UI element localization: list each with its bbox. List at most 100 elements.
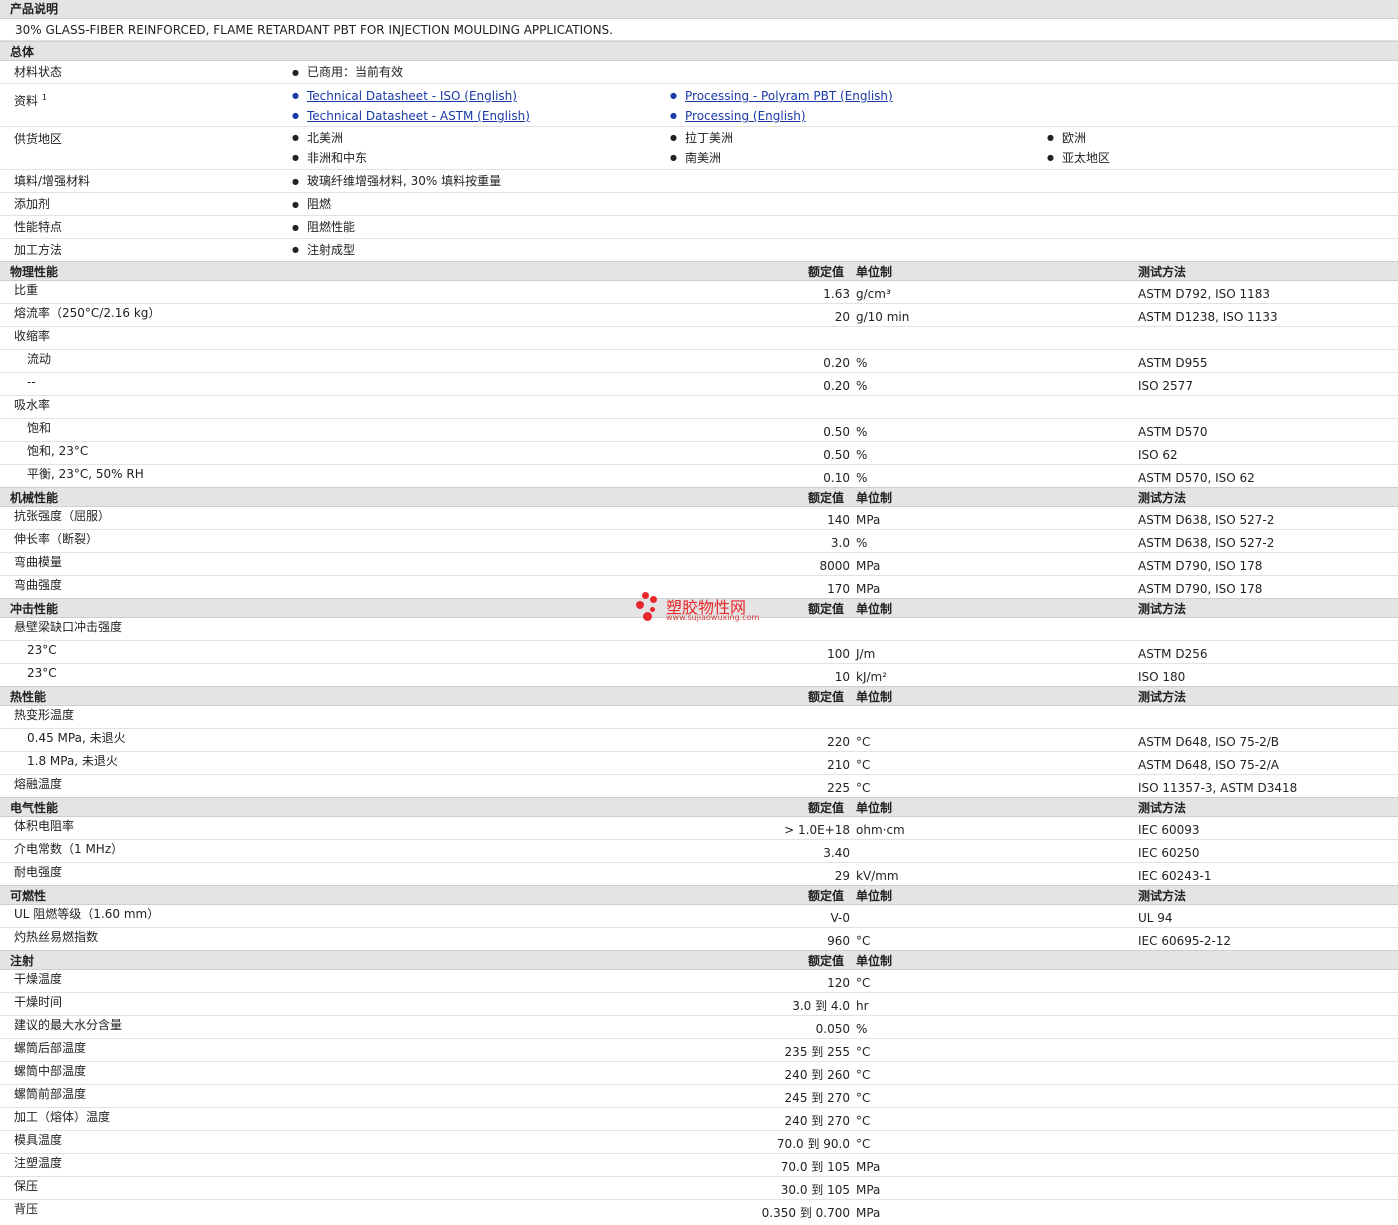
doc-link-processing-polyram[interactable]: Processing - Polyram PBT (English) <box>670 86 893 106</box>
property-test-method: ASTM D570 <box>1138 425 1208 439</box>
row-filler: 填料/增强材料 玻璃纤维增强材料, 30% 填料按重量 <box>0 170 1398 193</box>
footnote-marker: 1 <box>41 93 47 102</box>
section-header-injection: 注射 额定值 单位制 <box>0 950 1398 970</box>
region-item: 拉丁美洲 <box>670 128 733 148</box>
property-row: 注塑温度 70.0 到 105 MPa <box>0 1154 1398 1177</box>
property-label: 螺筒中部温度 <box>14 1064 87 1078</box>
row-label: 加工方法 <box>14 243 63 257</box>
property-unit: % <box>856 1022 868 1036</box>
header-test-method: 测试方法 <box>1138 265 1187 279</box>
header-unit: 单位制 <box>856 889 893 903</box>
property-row: 流动 0.20% ASTM D955 <box>0 350 1398 373</box>
property-test-method: ASTM D792, ISO 1183 <box>1138 287 1271 301</box>
property-unit: °C <box>856 1091 871 1105</box>
property-row: 耐电强度 29 kV/mm IEC 60243-1 <box>0 863 1398 885</box>
property-unit: % <box>856 536 868 550</box>
property-label: 注塑温度 <box>14 1156 63 1170</box>
property-unit: °C <box>856 1068 871 1082</box>
property-unit: J/m <box>856 647 876 661</box>
property-row: 干燥温度 120 °C <box>0 970 1398 993</box>
property-value: 0.050 <box>815 1022 850 1036</box>
property-label: UL 阻燃等级（1.60 mm） <box>14 907 160 921</box>
header-test-method: 测试方法 <box>1138 889 1187 903</box>
property-label: 饱和 <box>27 421 52 435</box>
property-unit: °C <box>856 781 871 795</box>
property-value: 120 <box>827 976 850 990</box>
section-header-electrical: 电气性能 额定值 单位制 测试方法 <box>0 797 1398 817</box>
property-row: 体积电阻率 > 1.0E+18 ohm·cm IEC 60093 <box>0 817 1398 840</box>
property-label: 热变形温度 <box>14 708 75 722</box>
property-unit: g/10 min <box>856 310 910 324</box>
property-unit: % <box>856 448 868 462</box>
property-label: 建议的最大水分含量 <box>14 1018 123 1032</box>
row-label: 材料状态 <box>14 65 63 79</box>
header-nominal: 额定值 <box>808 265 845 279</box>
property-label: 比重 <box>14 283 39 297</box>
property-unit: % <box>856 356 868 370</box>
property-unit: g/cm³ <box>856 287 891 301</box>
property-label: 螺筒前部温度 <box>14 1087 87 1101</box>
doc-link-iso[interactable]: Technical Datasheet - ISO (English) <box>292 86 517 106</box>
property-label: 抗张强度（屈服） <box>14 509 111 523</box>
property-test-method: ASTM D790, ISO 178 <box>1138 559 1263 573</box>
property-unit: MPa <box>856 1183 881 1197</box>
property-value: 100 <box>827 647 850 661</box>
section-header-physical: 物理性能 额定值 单位制 测试方法 <box>0 261 1398 281</box>
property-unit: % <box>856 379 868 393</box>
property-test-method: IEC 60093 <box>1138 823 1200 837</box>
doc-link-astm[interactable]: Technical Datasheet - ASTM (English) <box>292 106 530 126</box>
property-row: 23°C 10 kJ/m² ISO 180 <box>0 664 1398 686</box>
processing-value: 注射成型 <box>292 239 355 261</box>
property-label: 饱和, 23°C <box>27 444 89 458</box>
property-row: 螺筒前部温度 245 到 270 °C <box>0 1085 1398 1108</box>
property-test-method: ASTM D256 <box>1138 647 1208 661</box>
section-header-overall: 总体 <box>0 41 1398 61</box>
header-unit: 单位制 <box>856 954 893 968</box>
property-row: 弯曲模量 8000 MPa ASTM D790, ISO 178 <box>0 553 1398 576</box>
property-value: 3.40 <box>823 846 850 860</box>
section-title: 产品说明 <box>10 2 59 16</box>
property-unit: MPa <box>856 513 881 527</box>
header-nominal: 额定值 <box>808 889 845 903</box>
region-item: 欧洲 <box>1047 128 1086 148</box>
property-value: 10 <box>834 670 850 684</box>
header-unit: 单位制 <box>856 801 893 815</box>
property-value: 225 <box>827 781 850 795</box>
header-unit: 单位制 <box>856 491 893 505</box>
region-item: 南美洲 <box>670 148 721 168</box>
property-label: 干燥温度 <box>14 972 63 986</box>
property-value: > 1.0E+18 <box>784 823 850 837</box>
property-value: 220 <box>827 735 850 749</box>
property-unit: °C <box>856 735 871 749</box>
property-value: 0.50 <box>823 425 850 439</box>
header-test-method: 测试方法 <box>1138 690 1187 704</box>
header-unit: 单位制 <box>856 265 893 279</box>
property-label: 干燥时间 <box>14 995 63 1009</box>
region-item: 非洲和中东 <box>292 148 367 168</box>
region-item: 亚太地区 <box>1047 148 1110 168</box>
property-row: UL 阻燃等级（1.60 mm） V-0 UL 94 <box>0 905 1398 928</box>
header-test-method: 测试方法 <box>1138 602 1187 616</box>
property-value: 70.0 到 90.0 <box>776 1137 850 1151</box>
property-row: 0.45 MPa, 未退火 220 °C ASTM D648, ISO 75-2/B <box>0 729 1398 752</box>
property-unit: hr <box>856 999 869 1013</box>
property-value: V-0 <box>830 911 850 925</box>
property-unit: % <box>856 471 868 485</box>
property-test-method: ISO 2577 <box>1138 379 1193 393</box>
property-test-method: ISO 62 <box>1138 448 1178 462</box>
section-title: 电气性能 <box>10 801 59 815</box>
row-label: 资料 1 <box>14 88 47 111</box>
property-value: 70.0 到 105 <box>780 1160 850 1174</box>
property-label: 23°C <box>27 643 57 657</box>
property-label: 介电常数（1 MHz） <box>14 842 124 856</box>
property-test-method: IEC 60250 <box>1138 846 1200 860</box>
property-test-method: ASTM D955 <box>1138 356 1208 370</box>
header-nominal: 额定值 <box>808 954 845 968</box>
doc-link-processing[interactable]: Processing (English) <box>670 106 806 126</box>
property-value: 240 到 270 <box>784 1114 850 1128</box>
property-row: 螺筒中部温度 240 到 260 °C <box>0 1062 1398 1085</box>
property-tables: 物理性能 额定值 单位制 测试方法 比重 1.63 g/cm³ ASTM D792, ISO … <box>0 261 1398 1223</box>
property-unit: °C <box>856 1137 871 1151</box>
property-row: 干燥时间 3.0 到 4.0 hr <box>0 993 1398 1016</box>
property-value: 3.0 到 4.0 <box>792 999 850 1013</box>
